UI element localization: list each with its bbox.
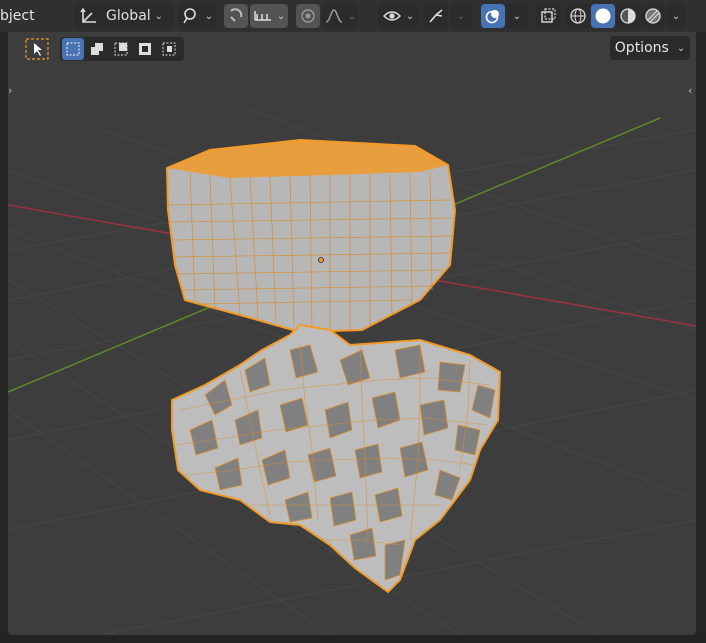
options-dropdown[interactable]: Options ⌄ xyxy=(610,36,690,60)
sidebar-expand-arrow[interactable]: ‹ xyxy=(688,84,692,97)
gizmo-toggle[interactable] xyxy=(424,4,448,28)
shading-wireframe[interactable] xyxy=(566,4,590,28)
chevron-down-icon: ⌄ xyxy=(276,10,286,22)
options-label: Options xyxy=(614,40,669,56)
overlays-dropdown[interactable]: ⌄ xyxy=(506,4,528,28)
shattered-mesh[interactable] xyxy=(171,323,502,594)
viewport-scene[interactable] xyxy=(8,0,696,635)
visibility-dropdown[interactable]: ⌄ xyxy=(378,4,418,28)
overlays-toggle[interactable] xyxy=(481,4,505,28)
select-intersect-mode[interactable] xyxy=(158,38,180,60)
chevron-down-icon: ⌄ xyxy=(512,10,522,22)
toolbar-expand-arrow[interactable]: › xyxy=(8,84,12,97)
select-extend-icon xyxy=(91,43,103,55)
rendered-shading-icon xyxy=(644,7,662,25)
snap-target-dropdown[interactable]: ⌄ xyxy=(250,4,288,28)
shading-rendered[interactable] xyxy=(641,4,665,28)
right-edge xyxy=(696,32,706,635)
shading-solid[interactable] xyxy=(591,4,615,28)
gizmo-dropdown[interactable]: ⌄ xyxy=(450,4,472,28)
snap-increment-icon xyxy=(253,8,273,24)
eye-icon xyxy=(382,8,402,24)
select-cursor-icon xyxy=(24,37,50,61)
shading-dropdown[interactable]: ⌄ xyxy=(666,4,686,28)
snap-magnet-icon xyxy=(227,7,245,25)
chevron-down-icon: ⌄ xyxy=(456,10,466,22)
wireframe-shading-icon xyxy=(569,7,587,25)
mode-selector[interactable]: bject xyxy=(0,4,35,28)
xray-icon xyxy=(539,7,557,25)
select-tool-button[interactable] xyxy=(24,37,50,61)
select-new-mode[interactable] xyxy=(62,38,84,60)
select-new-icon xyxy=(66,42,80,56)
shading-material[interactable] xyxy=(616,4,640,28)
overlays-icon xyxy=(484,7,502,25)
chevron-down-icon: ⌄ xyxy=(154,10,164,22)
select-subtract-icon xyxy=(114,42,128,56)
bottom-edge xyxy=(0,635,706,643)
viewport-header: bject Global ⌄ ⌄ ⌄ ⌄ ⌄ ⌄ ⌄ ⌄ xyxy=(0,0,706,32)
select-intersect-icon xyxy=(162,42,176,56)
selection-mode-group xyxy=(60,37,184,61)
chevron-down-icon: ⌄ xyxy=(204,10,214,22)
3d-viewport[interactable] xyxy=(8,0,696,635)
selected-box-mesh[interactable] xyxy=(165,138,457,334)
select-invert-icon xyxy=(139,43,151,55)
proportional-edit-icon xyxy=(299,7,317,25)
chevron-down-icon: ⌄ xyxy=(405,10,415,22)
origin-point xyxy=(318,257,324,263)
falloff-curve-icon xyxy=(324,8,344,24)
select-extend-mode[interactable] xyxy=(86,38,108,60)
proportional-edit-toggle[interactable] xyxy=(296,4,320,28)
select-subtract-mode[interactable] xyxy=(110,38,132,60)
falloff-dropdown[interactable]: ⌄ xyxy=(322,4,358,28)
tool-settings-row xyxy=(0,34,706,62)
transform-orientation-label: Global xyxy=(106,8,151,24)
select-invert-mode[interactable] xyxy=(134,38,156,60)
transform-orientation-dropdown[interactable]: Global ⌄ xyxy=(74,4,174,28)
chevron-down-icon: ⌄ xyxy=(347,10,357,22)
left-edge xyxy=(0,32,8,635)
snap-toggle[interactable] xyxy=(224,4,248,28)
material-shading-icon xyxy=(619,7,637,25)
pivot-point-dropdown[interactable]: ⌄ xyxy=(178,4,216,28)
chevron-down-icon: ⌄ xyxy=(676,42,686,54)
solid-shading-icon xyxy=(594,7,612,25)
mode-label: bject xyxy=(0,8,35,24)
xray-toggle[interactable] xyxy=(536,4,560,28)
gizmo-icon xyxy=(427,7,445,25)
chevron-down-icon: ⌄ xyxy=(671,10,681,22)
link-pivot-icon xyxy=(181,7,201,25)
orientation-axes-icon xyxy=(78,7,100,25)
